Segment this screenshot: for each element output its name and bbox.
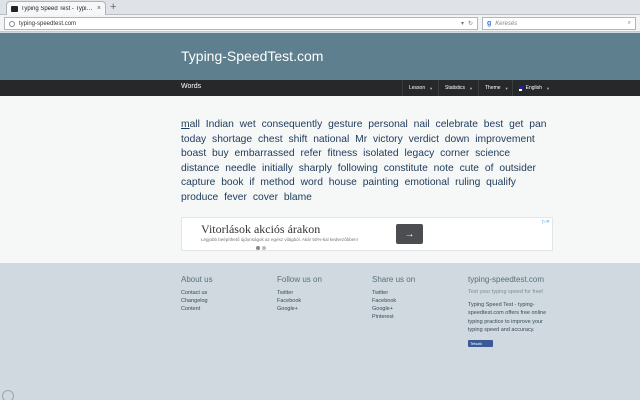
footer: About us Contact us Changelog Content Fo… xyxy=(0,263,640,400)
nav-language-label: English xyxy=(525,85,543,91)
nav-lesson[interactable]: Lesson ▼ xyxy=(402,80,438,96)
ad-title[interactable]: Vitorlások akciós árakon xyxy=(201,222,320,237)
facebook-like-label: Tetszik xyxy=(470,341,483,347)
search-placeholder: Keresés xyxy=(495,20,518,27)
tab-close-icon[interactable]: × xyxy=(97,5,101,12)
footer-share-heading: Share us on xyxy=(372,275,416,284)
footer-about: About us Contact us Changelog Content xyxy=(181,275,213,313)
caret-down-icon: ▼ xyxy=(546,85,550,91)
new-tab-button[interactable]: + xyxy=(110,1,116,13)
footer-link[interactable]: Changelog xyxy=(181,297,213,305)
address-bar[interactable]: typing-speedtest.com ▾ ↻ xyxy=(4,17,478,30)
nav-lesson-label: Lesson xyxy=(409,85,426,91)
ad-banner[interactable]: Vitorlások akciós árakon Legjobb beépíth… xyxy=(181,217,553,251)
footer-site-heading: typing-speedtest.com xyxy=(468,275,545,284)
footer-link[interactable]: Content xyxy=(181,305,213,313)
ad-pagination xyxy=(256,246,266,250)
nav-theme-label: Theme xyxy=(485,85,501,91)
current-word-rest: all xyxy=(189,119,200,130)
footer-about-heading: About us xyxy=(181,275,213,284)
footer-follow-heading: Follow us on xyxy=(277,275,322,284)
footer-link[interactable]: Google+ xyxy=(277,305,322,313)
ad-dot[interactable] xyxy=(256,246,260,250)
browser-tab[interactable]: Typing Speed Test - Typin... × xyxy=(6,1,106,15)
reload-icon[interactable]: ↻ xyxy=(468,20,473,27)
current-word: mall xyxy=(181,119,200,130)
google-icon: g xyxy=(487,20,492,27)
main-content: mall Indian wet consequently gesture per… xyxy=(0,96,640,263)
ad-choices-icon[interactable]: ▷✕ xyxy=(542,219,550,225)
footer-link[interactable]: Contact us xyxy=(181,289,213,297)
navbar: Words Lesson ▼ Statistics ▼ Theme ▼ Engl… xyxy=(0,80,640,96)
search-icon[interactable]: ⌕ xyxy=(628,20,631,27)
browser-toolbar: typing-speedtest.com ▾ ↻ g Keresés ⌕ xyxy=(0,15,640,32)
site-favicon-icon xyxy=(11,5,18,12)
current-word-typed: m xyxy=(181,119,190,130)
facebook-like-button[interactable]: Tetszik xyxy=(468,340,493,348)
footer-link[interactable]: Pinterest xyxy=(372,313,415,321)
footer-link[interactable]: Facebook xyxy=(372,297,415,305)
footer-tagline: Test your typing speed for free! xyxy=(468,289,544,295)
nav-words-label[interactable]: Words xyxy=(181,83,201,90)
caret-down-icon: ▼ xyxy=(429,85,434,91)
us-flag-icon xyxy=(519,85,523,91)
word-list[interactable]: mall Indian wet consequently gesture per… xyxy=(181,118,553,206)
ad-subtitle: Legjobb beépíthető újdonságok az egész v… xyxy=(201,237,358,242)
caret-down-icon: ▼ xyxy=(469,85,473,91)
arrow-right-icon[interactable]: → xyxy=(396,224,423,244)
url-text: typing-speedtest.com xyxy=(19,20,77,27)
footer-link[interactable]: Facebook xyxy=(277,297,322,305)
nav-statistics[interactable]: Statistics ▼ xyxy=(438,80,478,96)
footer-description: Typing Speed Test - typing-speedtest.com… xyxy=(468,302,547,333)
nav-language[interactable]: English ▼ xyxy=(512,80,556,96)
footer-link[interactable]: Twitter xyxy=(372,289,415,297)
globe-icon xyxy=(9,20,15,27)
tab-title: Typing Speed Test - Typin... xyxy=(21,5,94,12)
remaining-words: Indian wet consequently gesture personal… xyxy=(181,119,547,203)
caret-down-icon: ▼ xyxy=(504,85,509,91)
footer-follow: Follow us on Twitter Facebook Google+ xyxy=(277,275,322,313)
nav-statistics-label: Statistics xyxy=(445,85,466,91)
footer-link[interactable]: Google+ xyxy=(372,305,415,313)
site-title[interactable]: Typing-SpeedTest.com xyxy=(181,48,323,64)
footer-share: Share us on Twitter Facebook Google+ Pin… xyxy=(372,275,415,321)
browser-tabstrip: Typing Speed Test - Typin... × + xyxy=(0,0,640,15)
ad-dot[interactable] xyxy=(262,246,266,250)
feedback-icon[interactable] xyxy=(2,390,14,400)
dropdown-icon[interactable]: ▾ xyxy=(461,20,464,27)
footer-site-info: typing-speedtest.com Test your typing sp… xyxy=(468,275,556,348)
site-header: Typing-SpeedTest.com xyxy=(0,33,640,80)
footer-link[interactable]: Twitter xyxy=(277,289,322,297)
search-bar[interactable]: g Keresés ⌕ xyxy=(482,17,636,30)
nav-theme[interactable]: Theme ▼ xyxy=(478,80,512,96)
